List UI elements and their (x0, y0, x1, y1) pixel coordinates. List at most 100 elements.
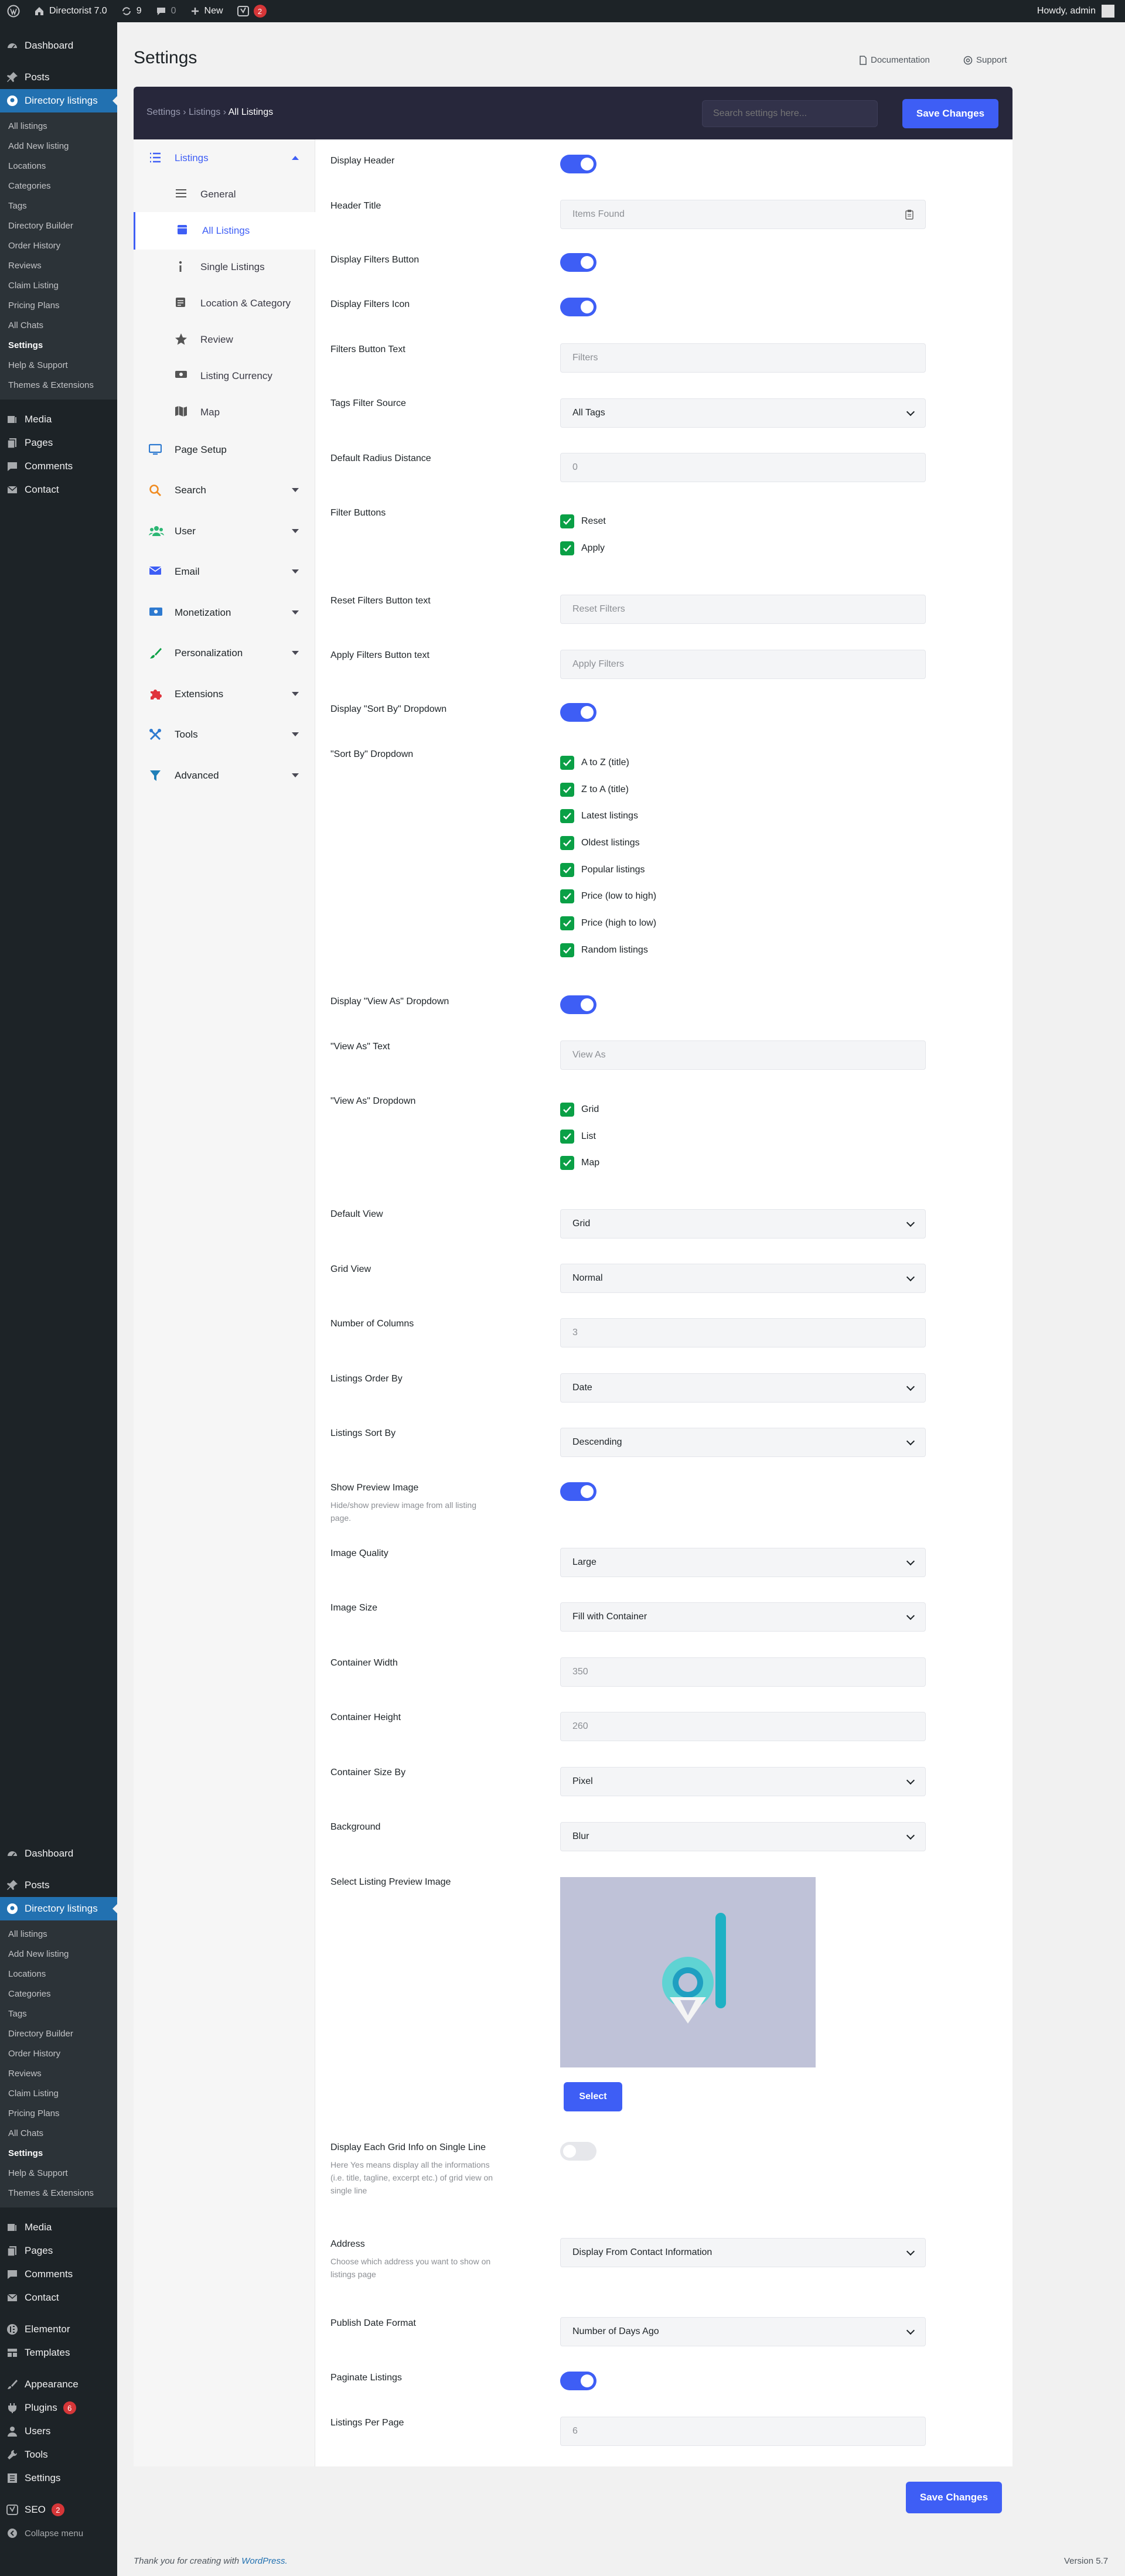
breadcrumb-settings[interactable]: Settings (146, 107, 180, 117)
settings-search-input[interactable] (702, 100, 878, 127)
menu-elementor[interactable]: Elementor (0, 2318, 117, 2341)
submenu-add-new[interactable]: Add New listing (0, 1944, 117, 1964)
submenu-reviews[interactable]: Reviews (0, 256, 117, 276)
menu-templates[interactable]: Templates (0, 2341, 117, 2365)
show-preview-image-toggle[interactable] (560, 1482, 596, 1501)
my-account-menu[interactable]: Howdy, admin (1037, 5, 1125, 18)
viewas-map-checkbox[interactable]: Map (560, 1156, 599, 1170)
menu-directory-listings[interactable]: Directory listings (0, 89, 117, 112)
sortby-latest-checkbox[interactable]: Latest listings (560, 809, 638, 823)
menu-dashboard[interactable]: Dashboard (0, 1842, 117, 1865)
sortby-a-to-z-checkbox[interactable]: A to Z (title) (560, 756, 629, 770)
menu-users[interactable]: Users (0, 2420, 117, 2443)
submenu-categories[interactable]: Categories (0, 176, 117, 196)
menu-comments[interactable]: Comments (0, 2263, 117, 2286)
display-sortby-toggle[interactable] (560, 703, 596, 722)
reset-filters-text-input[interactable]: Reset Filters (560, 595, 926, 624)
nav-sub-location-category[interactable]: Location & Category (134, 285, 315, 322)
submenu-all-chats[interactable]: All Chats (0, 2124, 117, 2144)
display-viewas-toggle[interactable] (560, 995, 596, 1014)
default-radius-input[interactable]: 0 (560, 453, 926, 482)
nav-sub-single-listings[interactable]: Single Listings (134, 248, 315, 286)
nav-sub-map[interactable]: Map (134, 394, 315, 431)
submenu-themes-extensions[interactable]: Themes & Extensions (0, 2183, 117, 2203)
submenu-locations[interactable]: Locations (0, 1964, 117, 1984)
menu-pages[interactable]: Pages (0, 2239, 117, 2263)
image-quality-select[interactable]: Large (560, 1548, 926, 1577)
viewas-list-checkbox[interactable]: List (560, 1130, 596, 1144)
submenu-categories[interactable]: Categories (0, 1984, 117, 2004)
display-filters-button-toggle[interactable] (560, 253, 596, 272)
submenu-directory-builder[interactable]: Directory Builder (0, 216, 117, 236)
grid-view-select[interactable]: Normal (560, 1264, 926, 1293)
menu-appearance[interactable]: Appearance (0, 2373, 117, 2396)
image-size-select[interactable]: Fill with Container (560, 1602, 926, 1632)
menu-dashboard[interactable]: Dashboard (0, 34, 117, 57)
nav-personalization[interactable]: Personalization (134, 634, 315, 672)
sortby-z-to-a-checkbox[interactable]: Z to A (title) (560, 783, 629, 797)
submenu-add-new[interactable]: Add New listing (0, 137, 117, 156)
comments-menu[interactable]: 0 (149, 0, 183, 22)
menu-directory-listings[interactable]: Directory listings (0, 1897, 117, 1920)
background-select[interactable]: Blur (560, 1822, 926, 1851)
menu-media[interactable]: Media (0, 408, 117, 431)
submenu-claim-listing[interactable]: Claim Listing (0, 2084, 117, 2104)
support-link[interactable]: Support (963, 55, 1007, 65)
nav-sub-all-listings[interactable]: All Listings (134, 212, 315, 250)
wp-logo-menu[interactable] (0, 0, 27, 22)
container-width-input[interactable]: 350 (560, 1657, 926, 1687)
listings-sort-by-select[interactable]: Descending (560, 1428, 926, 1457)
viewas-grid-checkbox[interactable]: Grid (560, 1103, 599, 1117)
menu-comments[interactable]: Comments (0, 455, 117, 478)
default-view-select[interactable]: Grid (560, 1209, 926, 1238)
save-changes-button-bottom[interactable]: Save Changes (906, 2482, 1002, 2513)
menu-contact[interactable]: Contact (0, 2286, 117, 2309)
header-title-input[interactable]: Items Found (560, 200, 926, 229)
nav-search[interactable]: Search (134, 472, 315, 509)
nav-page-setup[interactable]: Page Setup (134, 431, 315, 469)
filters-button-text-input[interactable]: Filters (560, 343, 926, 373)
submenu-reviews[interactable]: Reviews (0, 2064, 117, 2084)
viewas-text-input[interactable]: View As (560, 1040, 926, 1070)
submenu-settings[interactable]: Settings (0, 2144, 117, 2164)
documentation-link[interactable]: Documentation (859, 55, 930, 65)
menu-seo[interactable]: SEO 2 (0, 2498, 117, 2522)
menu-tools[interactable]: Tools (0, 2443, 117, 2466)
new-content-menu[interactable]: New (183, 0, 230, 22)
display-header-toggle[interactable] (560, 155, 596, 173)
tags-filter-source-select[interactable]: All Tags (560, 398, 926, 428)
submenu-settings[interactable]: Settings (0, 336, 117, 356)
updates-menu[interactable]: 9 (114, 0, 149, 22)
submenu-directory-builder[interactable]: Directory Builder (0, 2024, 117, 2044)
submenu-all-listings[interactable]: All listings (0, 117, 117, 137)
single-line-toggle[interactable] (560, 2142, 596, 2161)
listings-per-page-input[interactable]: 6 (560, 2417, 926, 2446)
collapse-menu[interactable]: Collapse menu (0, 2522, 117, 2545)
wordpress-link[interactable]: WordPress. (241, 2556, 287, 2566)
select-image-button[interactable]: Select (564, 2082, 622, 2111)
sortby-popular-checkbox[interactable]: Popular listings (560, 863, 645, 877)
submenu-all-listings[interactable]: All listings (0, 1925, 117, 1944)
save-changes-button-top[interactable]: Save Changes (902, 99, 998, 128)
sortby-price-low-checkbox[interactable]: Price (low to high) (560, 889, 656, 903)
listings-order-by-select[interactable]: Date (560, 1373, 926, 1403)
submenu-order-history[interactable]: Order History (0, 2044, 117, 2064)
container-size-by-select[interactable]: Pixel (560, 1767, 926, 1796)
submenu-tags[interactable]: Tags (0, 196, 117, 216)
nav-monetization[interactable]: Monetization (134, 594, 315, 632)
menu-plugins[interactable]: Plugins 6 (0, 2396, 117, 2420)
nav-email[interactable]: Email (134, 553, 315, 591)
sortby-random-checkbox[interactable]: Random listings (560, 943, 648, 957)
submenu-help-support[interactable]: Help & Support (0, 356, 117, 376)
container-height-input[interactable]: 260 (560, 1712, 926, 1741)
menu-media[interactable]: Media (0, 2216, 117, 2239)
menu-pages[interactable]: Pages (0, 431, 117, 455)
filter-button-reset-checkbox[interactable]: Reset (560, 514, 606, 528)
paginate-listings-toggle[interactable] (560, 2372, 596, 2390)
submenu-pricing-plans[interactable]: Pricing Plans (0, 296, 117, 316)
nav-sub-general[interactable]: General (134, 176, 315, 213)
menu-settings[interactable]: Settings (0, 2466, 117, 2490)
yoast-menu[interactable]: 2 (230, 0, 274, 22)
nav-user[interactable]: User (134, 513, 315, 550)
submenu-pricing-plans[interactable]: Pricing Plans (0, 2104, 117, 2124)
